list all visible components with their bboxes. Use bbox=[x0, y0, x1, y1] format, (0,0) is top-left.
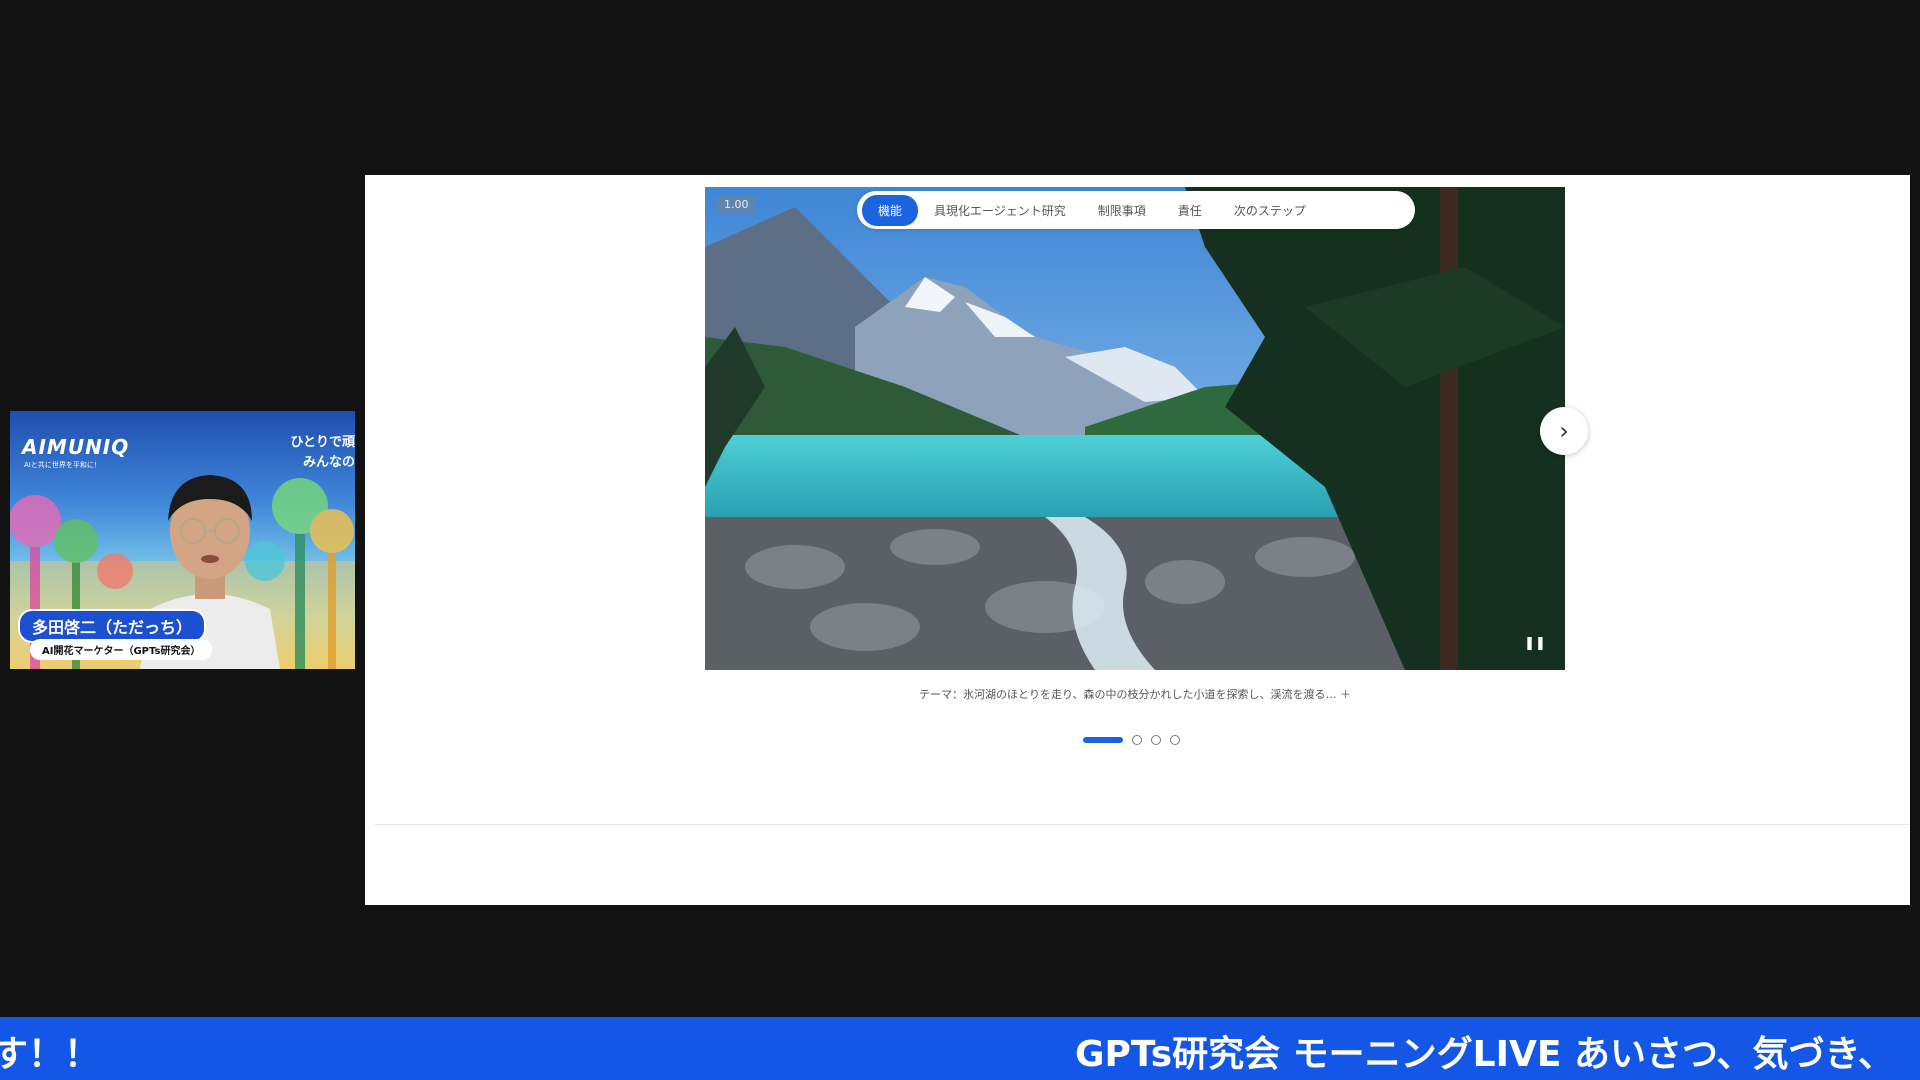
carousel-dot[interactable] bbox=[1151, 735, 1161, 745]
playback-speed-badge: 1.00 bbox=[717, 196, 756, 213]
tab-limitations[interactable]: 制限事項 bbox=[1082, 195, 1162, 226]
news-ticker: す！！ GPTs研究会 モーニングLIVE あいさつ、気づき、 bbox=[0, 1017, 1920, 1080]
tab-embodied-agent-research[interactable]: 具現化エージェント研究 bbox=[918, 195, 1082, 226]
tab-next-steps[interactable]: 次のステップ bbox=[1218, 195, 1322, 226]
presenter-name-badge: 多田啓二（ただっち） bbox=[18, 609, 207, 643]
ticker-text-main: GPTs研究会 モーニングLIVE あいさつ、気づき、 bbox=[1075, 1034, 1895, 1075]
tab-features[interactable]: 機能 bbox=[862, 194, 919, 226]
pause-icon[interactable]: ❚❚ bbox=[1524, 635, 1546, 651]
tagline-line-1: ひとりで頑 bbox=[290, 435, 355, 450]
tab-responsibility[interactable]: 責任 bbox=[1162, 195, 1218, 226]
section-divider bbox=[375, 824, 1910, 825]
carousel-dot[interactable] bbox=[1170, 735, 1180, 745]
carousel-dot[interactable] bbox=[1132, 735, 1142, 745]
section-tab-bar: 機能 具現化エージェント研究 制限事項 責任 次のステップ bbox=[857, 191, 1415, 229]
chevron-right-icon: › bbox=[1559, 417, 1569, 445]
next-slide-button[interactable]: › bbox=[1540, 407, 1588, 455]
landscape-video-frame bbox=[705, 187, 1565, 670]
video-caption: テーマ：氷河湖のほとりを走り、森の中の枝分かれした小道を探索し、渓流を渡る… ＋ bbox=[918, 688, 1352, 701]
ticker-text-left: す！！ bbox=[0, 1034, 101, 1075]
carousel-dot-active[interactable] bbox=[1083, 737, 1123, 743]
brand-subtitle: AIと共に世界を平和に！ bbox=[24, 461, 101, 469]
video-player[interactable]: 1.00 機能 具現化エージェント研究 制限事項 責任 次のステップ ❚❚ bbox=[705, 187, 1565, 670]
brand-logo-text: AIMUNIQ bbox=[22, 435, 130, 459]
presenter-role-badge: AI開花マーケター（GPTs研究会） bbox=[30, 639, 213, 660]
webcam-panel: AIMUNIQ AIと共に世界を平和に！ ひとりで頑 みんなの 多田啓二（ただっ… bbox=[10, 411, 355, 669]
carousel-pagination bbox=[1083, 735, 1180, 745]
shared-browser-window: 1.00 機能 具現化エージェント研究 制限事項 責任 次のステップ ❚❚ › … bbox=[365, 175, 1910, 905]
